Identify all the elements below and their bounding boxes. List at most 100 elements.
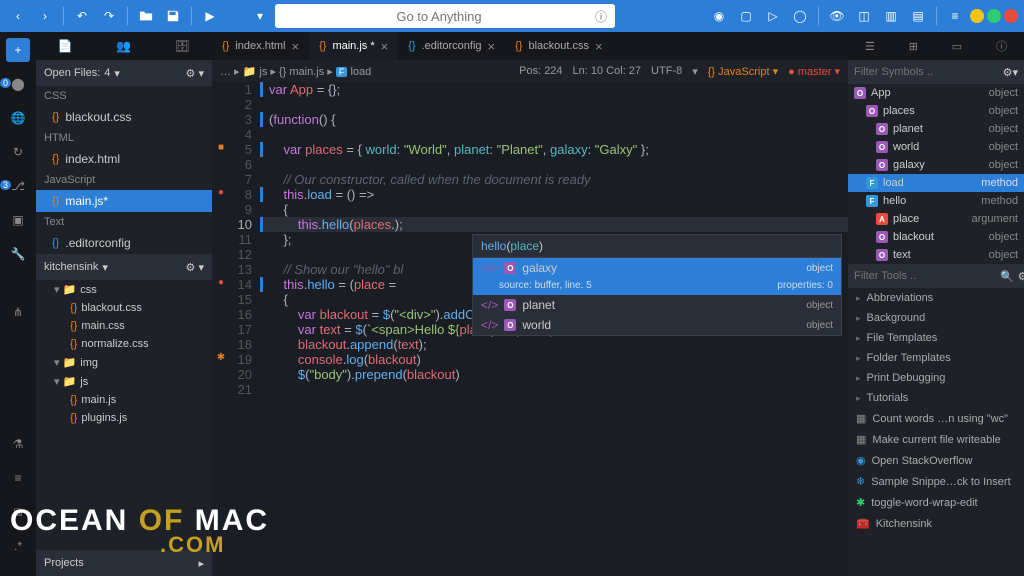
code-line[interactable]: 10 this.hello(places.); [212, 217, 848, 232]
code-line[interactable]: 3(function() { [212, 112, 848, 127]
tool-category[interactable]: ▸Print Debugging [848, 368, 1024, 388]
debug-icon[interactable]: ⬤0 [6, 72, 30, 96]
autocomplete-item[interactable]: </>Oworldobject [473, 315, 841, 335]
editor-tab[interactable]: {}main.js *× [309, 32, 398, 60]
code-line[interactable]: ■5 var places = { world: "World", planet… [212, 142, 848, 157]
autocomplete-popup[interactable]: hello(place) </>Ogalaxyobjectsource: buf… [472, 234, 842, 336]
language[interactable]: JavaScript [718, 66, 769, 78]
side-icon[interactable]: ▤ [906, 4, 930, 28]
search-input[interactable] [283, 9, 595, 24]
close-tab-icon[interactable]: × [381, 39, 389, 54]
new-file-icon[interactable]: + [6, 38, 30, 62]
undo-button[interactable]: ↶ [70, 4, 94, 28]
tool-item[interactable]: 🧰Kitchensink [848, 513, 1024, 534]
code-line[interactable]: 4 [212, 127, 848, 142]
tree-item[interactable]: {} normalize.css [36, 335, 212, 353]
editor-tab[interactable]: {}.editorconfig× [398, 32, 505, 60]
tools-icon[interactable]: 🔧 [6, 242, 30, 266]
tree-item[interactable]: {} main.css [36, 317, 212, 335]
goto-search[interactable]: ⓘ [275, 4, 615, 28]
autocomplete-item[interactable]: </>Ogalaxyobject [473, 258, 841, 278]
close-tab-icon[interactable]: × [292, 39, 300, 54]
autocomplete-item[interactable]: </>Oplanetobject [473, 295, 841, 315]
tools-filter[interactable]: 🔍 ⚙▾ [848, 264, 1024, 288]
tool-category[interactable]: ▸Folder Templates [848, 348, 1024, 368]
play-icon[interactable]: ▷ [761, 4, 785, 28]
tree-item[interactable]: {} plugins.js [36, 409, 212, 427]
code-icon[interactable]: ⧉ [6, 500, 30, 524]
minimize-icon[interactable] [970, 9, 984, 23]
open-file-item[interactable]: {}index.html [36, 148, 212, 170]
code-line[interactable]: 9 { [212, 202, 848, 217]
open-file-item[interactable]: {}blackout.css [36, 106, 212, 128]
symbols-tab-icon[interactable]: ☰ [865, 40, 875, 53]
forward-button[interactable]: › [33, 4, 57, 28]
gear-icon[interactable]: ⚙▾ [1003, 66, 1018, 79]
symbol-item[interactable]: OAppobject [848, 84, 1024, 102]
back-button[interactable]: ‹ [6, 4, 30, 28]
symbol-item[interactable]: Otextobject [848, 246, 1024, 264]
code-line[interactable]: 7 // Our constructor, called when the do… [212, 172, 848, 187]
symbol-item[interactable]: Aplaceargument [848, 210, 1024, 228]
tool-item[interactable]: ▦Count words …n using "wc" [848, 408, 1024, 429]
editor-tab[interactable]: {}index.html× [212, 32, 309, 60]
tool-category[interactable]: ▸Background [848, 308, 1024, 328]
maximize-icon[interactable] [987, 9, 1001, 23]
stop-icon[interactable]: ▢ [734, 4, 758, 28]
symbol-item[interactable]: Ogalaxyobject [848, 156, 1024, 174]
editor-tab[interactable]: {}blackout.css× [505, 32, 612, 60]
tool-item[interactable]: ◉Open StackOverflow [848, 450, 1024, 471]
redo-button[interactable]: ↷ [97, 4, 121, 28]
info-tab-icon[interactable]: ⓘ [996, 38, 1007, 54]
refresh-icon[interactable]: ↻ [6, 140, 30, 164]
db-tab-icon[interactable]: 🗄 [175, 39, 190, 53]
code-line[interactable]: 18 blackout.append(text); [212, 337, 848, 352]
project-header[interactable]: kitchensink▾ ⚙ ▾ [36, 254, 212, 280]
dropdown-button[interactable]: ▾ [248, 4, 272, 28]
database-icon[interactable]: ≡ [6, 466, 30, 490]
save-button[interactable] [161, 4, 185, 28]
tool-category[interactable]: ▸File Templates [848, 328, 1024, 348]
open-file-item[interactable]: {}.editorconfig [36, 232, 212, 254]
gear-icon[interactable]: ⚙ ▾ [186, 261, 204, 274]
code-line[interactable]: 6 [212, 157, 848, 172]
symbol-item[interactable]: Oblackoutobject [848, 228, 1024, 246]
gear-icon[interactable]: ⚙▾ [1018, 270, 1024, 283]
minimap-tab-icon[interactable]: ▭ [952, 40, 962, 53]
layout-icon[interactable]: ◫ [852, 4, 876, 28]
close-tab-icon[interactable]: × [488, 39, 496, 54]
code-line[interactable]: ●8 this.load = () => [212, 187, 848, 202]
preview-icon[interactable]: 👁 [825, 4, 849, 28]
tree-item[interactable]: ▾ 📁 js [36, 372, 212, 391]
code-line[interactable]: 1var App = {}; [212, 82, 848, 97]
open-file-item[interactable]: {}main.js* [36, 190, 212, 212]
share-icon[interactable]: ⋔ [6, 300, 30, 324]
symbol-item[interactable]: Floadmethod [848, 174, 1024, 192]
outline-tab-icon[interactable]: ⊞ [909, 40, 918, 53]
tool-category[interactable]: ▸Tutorials [848, 388, 1024, 408]
flask-icon[interactable]: ⚗ [6, 432, 30, 456]
vcs-icon[interactable]: ⎇3 [6, 174, 30, 198]
globe-icon[interactable]: 🌐 [6, 106, 30, 130]
git-branch[interactable]: master [798, 66, 832, 78]
code-line[interactable]: 2 [212, 97, 848, 112]
menu-icon[interactable]: ≡ [943, 4, 967, 28]
tool-item[interactable]: ✱toggle-word-wrap-edit [848, 492, 1024, 513]
tree-item[interactable]: ▾ 📁 img [36, 353, 212, 372]
symbol-item[interactable]: Oworldobject [848, 138, 1024, 156]
tree-item[interactable]: {} blackout.css [36, 299, 212, 317]
close-tab-icon[interactable]: × [595, 39, 603, 54]
gear-icon[interactable]: ⚙ ▾ [186, 67, 204, 80]
record-icon[interactable]: ◉ [707, 4, 731, 28]
tool-category[interactable]: ▸Abbreviations [848, 288, 1024, 308]
panel-icon[interactable]: ▥ [879, 4, 903, 28]
open-folder-button[interactable] [134, 4, 158, 28]
tool-item[interactable]: ❄Sample Snippe…ck to Insert [848, 471, 1024, 492]
close-window-icon[interactable] [1004, 9, 1018, 23]
symbol-item[interactable]: Fhellomethod [848, 192, 1024, 210]
circle-icon[interactable]: ◯ [788, 4, 812, 28]
bookmark-icon[interactable]: ▣ [6, 208, 30, 232]
tree-item[interactable]: {} main.js [36, 391, 212, 409]
users-tab-icon[interactable]: 👥 [116, 39, 131, 53]
code-line[interactable]: ✱19 console.log(blackout) [212, 352, 848, 367]
